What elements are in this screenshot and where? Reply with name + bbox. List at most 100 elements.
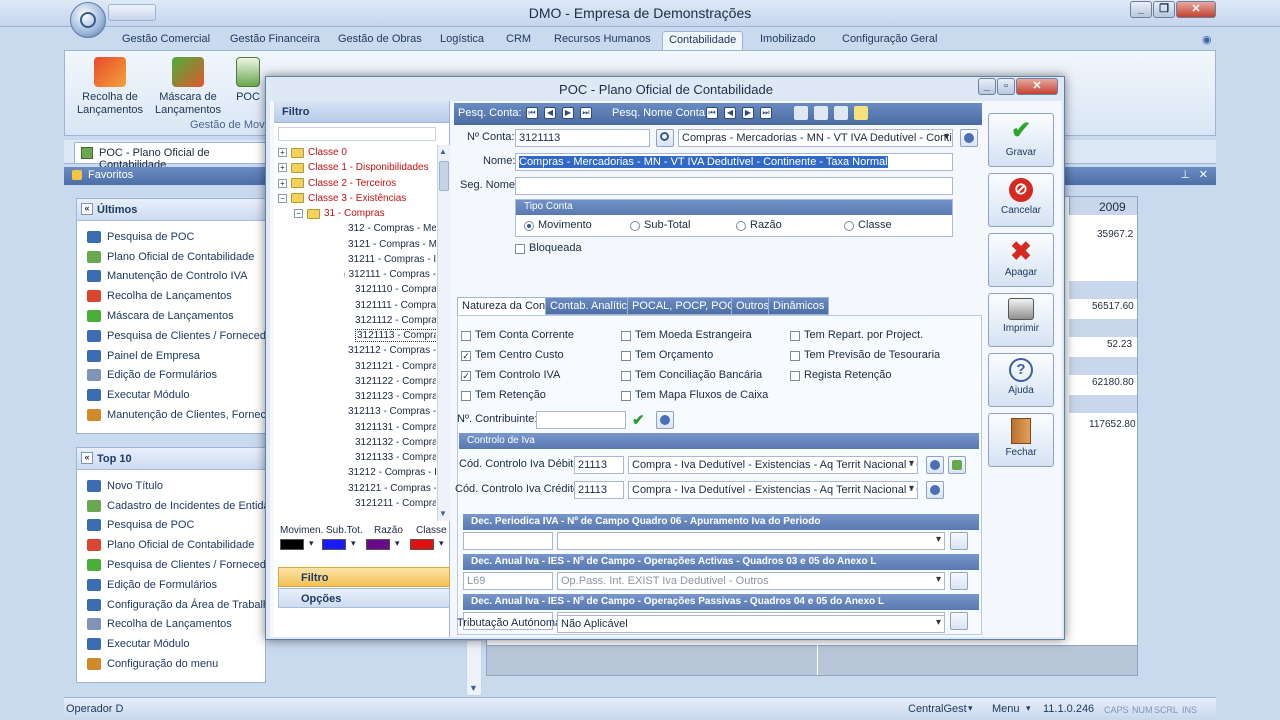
- apagar-button[interactable]: ✖ Apagar: [988, 233, 1054, 287]
- list-item[interactable]: Executar Módulo: [87, 385, 265, 405]
- list-item[interactable]: Executar Módulo: [87, 634, 265, 654]
- tab-gestao-comercial[interactable]: Gestão Comercial: [116, 31, 216, 50]
- tree-node[interactable]: 31212 - Compras - I: [278, 465, 436, 480]
- recolha-lancamentos-button[interactable]: Recolha de Lançamentos: [77, 57, 143, 117]
- tree-node[interactable]: 3121113 - Compras: [278, 328, 436, 343]
- scrollbar[interactable]: ▼: [466, 640, 482, 696]
- list-item[interactable]: Configuração da Área de Trabalho: [87, 595, 265, 615]
- list-item[interactable]: Configuração do menu: [87, 654, 265, 674]
- iva-debito-combo[interactable]: Compra - Iva Dedutível - Existencias - A…: [628, 456, 918, 474]
- checkbox[interactable]: ✓: [461, 371, 471, 381]
- book-icon[interactable]: [794, 106, 808, 120]
- users-icon[interactable]: [950, 612, 968, 630]
- seg-nome-input[interactable]: [515, 177, 953, 195]
- list-item[interactable]: Plano Oficial de Contabilidade: [87, 535, 265, 555]
- chevron-down-icon[interactable]: ▾: [439, 538, 444, 549]
- tree-node[interactable]: 3121 - Compras - M: [278, 237, 436, 252]
- last-icon[interactable]: ⏭: [580, 107, 592, 119]
- tab-recursos-humanos[interactable]: Recursos Humanos: [548, 31, 657, 50]
- collapse-icon[interactable]: −: [278, 193, 287, 203]
- expand-icon[interactable]: +: [278, 163, 287, 173]
- list-item[interactable]: Edição de Formulários: [87, 366, 265, 386]
- link-icon[interactable]: [948, 456, 966, 474]
- nav-filtro[interactable]: Filtro: [278, 567, 450, 587]
- bloqueada-checkbox[interactable]: [515, 244, 525, 254]
- users-icon[interactable]: [926, 456, 944, 474]
- close-icon[interactable]: ✕: [1176, 1, 1216, 18]
- tree-node[interactable]: 3121131 - Compras: [278, 420, 436, 435]
- list-item[interactable]: Painel de Empresa: [87, 346, 265, 366]
- checkbox[interactable]: [621, 391, 631, 401]
- help-icon[interactable]: ◉: [1196, 31, 1218, 50]
- note-icon[interactable]: [854, 106, 868, 120]
- doc-tab-poc[interactable]: POC - Plano Oficial de Contabilidade: [74, 142, 266, 171]
- dec-periodica-combo[interactable]: [557, 532, 945, 550]
- conta-combo[interactable]: Compras - Mercadorias - MN - VT IVA Dedu…: [678, 129, 953, 147]
- color-swatch-classe[interactable]: [410, 539, 434, 550]
- tab-logistica[interactable]: Logística: [434, 31, 490, 50]
- chevron-down-icon[interactable]: ▾: [309, 538, 314, 549]
- contribuinte-input[interactable]: [536, 411, 626, 429]
- radio-classe[interactable]: [844, 221, 854, 231]
- menu-status[interactable]: Menu: [992, 703, 1020, 715]
- list-item[interactable]: Plano Oficial de Contabilidade: [87, 247, 265, 267]
- color-swatch-movimento[interactable]: [280, 539, 304, 550]
- tree-node[interactable]: 3121111 - Compras: [278, 298, 436, 313]
- minimize-icon[interactable]: _: [978, 78, 996, 95]
- gravar-button[interactable]: ✔ Gravar: [988, 113, 1054, 167]
- list-item[interactable]: Novo Título: [87, 476, 265, 496]
- list-item[interactable]: Cadastro de Incidentes de Entidade: [87, 496, 265, 516]
- list-item[interactable]: Manutenção de Clientes, Fornecedores: [87, 405, 265, 425]
- prev-icon[interactable]: ◀: [724, 107, 736, 119]
- restore-icon[interactable]: ❐: [1153, 1, 1175, 18]
- checkbox[interactable]: [621, 371, 631, 381]
- nome-input[interactable]: Compras - Mercadorias - MN - VT IVA Dedu…: [515, 153, 953, 171]
- users-icon[interactable]: [814, 106, 828, 120]
- chevron-down-icon[interactable]: ▾: [1026, 703, 1031, 714]
- tab-gestao-obras[interactable]: Gestão de Obras: [332, 31, 428, 50]
- minimize-icon[interactable]: _: [1130, 1, 1152, 18]
- color-swatch-subtotal[interactable]: [322, 539, 346, 550]
- radio-sub-total[interactable]: [630, 221, 640, 231]
- color-swatch-razao[interactable]: [366, 539, 390, 550]
- tree-node[interactable]: 3121132 - Compras: [278, 435, 436, 450]
- checkbox[interactable]: [790, 371, 800, 381]
- expand-icon[interactable]: +: [278, 178, 287, 188]
- tree-node[interactable]: 312111 - Compras -: [278, 267, 436, 282]
- tree-node[interactable]: + Classe 0: [278, 145, 436, 160]
- chevron-down-icon[interactable]: ▾: [395, 538, 400, 549]
- nav-opcoes[interactable]: Opções: [278, 588, 450, 608]
- dec-anual-activas-code[interactable]: L69: [463, 572, 553, 590]
- pin-icon[interactable]: ⊥: [1180, 168, 1190, 181]
- dec-anual-activas-combo[interactable]: Op.Pass. Int. EXIST Iva Dedutivel - Outr…: [557, 572, 945, 590]
- collapse-icon[interactable]: «: [81, 203, 93, 215]
- tab-natureza-conta[interactable]: Natureza da Conta: [457, 297, 560, 315]
- first-icon[interactable]: ⏮: [706, 107, 718, 119]
- collapse-icon[interactable]: «: [81, 452, 93, 464]
- tree-node[interactable]: 31211 - Compras - I: [278, 252, 436, 267]
- list-item[interactable]: Recolha de Lançamentos: [87, 615, 265, 635]
- iva-credito-code[interactable]: 21113: [574, 481, 624, 499]
- tab-gestao-financeira[interactable]: Gestão Financeira: [224, 31, 326, 50]
- chevron-down-icon[interactable]: ▾: [968, 703, 973, 714]
- cancelar-button[interactable]: ⊘ Cancelar: [988, 173, 1054, 227]
- list-item[interactable]: Edição de Formulários: [87, 575, 265, 595]
- tree-node[interactable]: + Classe 1 - Disponibilidades: [278, 160, 436, 175]
- users-icon[interactable]: [950, 532, 968, 550]
- expand-icon[interactable]: +: [278, 148, 287, 158]
- list-item[interactable]: Máscara de Lançamentos: [87, 306, 265, 326]
- tree-node[interactable]: − Classe 3 - Existências: [278, 191, 436, 206]
- iva-debito-code[interactable]: 21113: [574, 456, 624, 474]
- tree-node[interactable]: 3121110 - Compras: [278, 282, 436, 297]
- radio-razao[interactable]: [736, 221, 746, 231]
- tab-configuracao-geral[interactable]: Configuração Geral: [836, 31, 943, 50]
- tributacao-combo[interactable]: Não Aplicável: [557, 615, 945, 633]
- users-icon[interactable]: [960, 129, 978, 147]
- list-item[interactable]: Pesquisa de Clientes / Fornecedores: [87, 326, 265, 346]
- next-icon[interactable]: ▶: [742, 107, 754, 119]
- poc-button[interactable]: POC: [231, 57, 265, 104]
- tree-node[interactable]: 3121133 - Compras: [278, 450, 436, 465]
- tree-node[interactable]: 3121121 - Compras: [278, 359, 436, 374]
- iva-credito-combo[interactable]: Compra - Iva Dedutível - Existencias - A…: [628, 481, 918, 499]
- mascara-lancamentos-button[interactable]: Máscara de Lançamentos: [155, 57, 221, 117]
